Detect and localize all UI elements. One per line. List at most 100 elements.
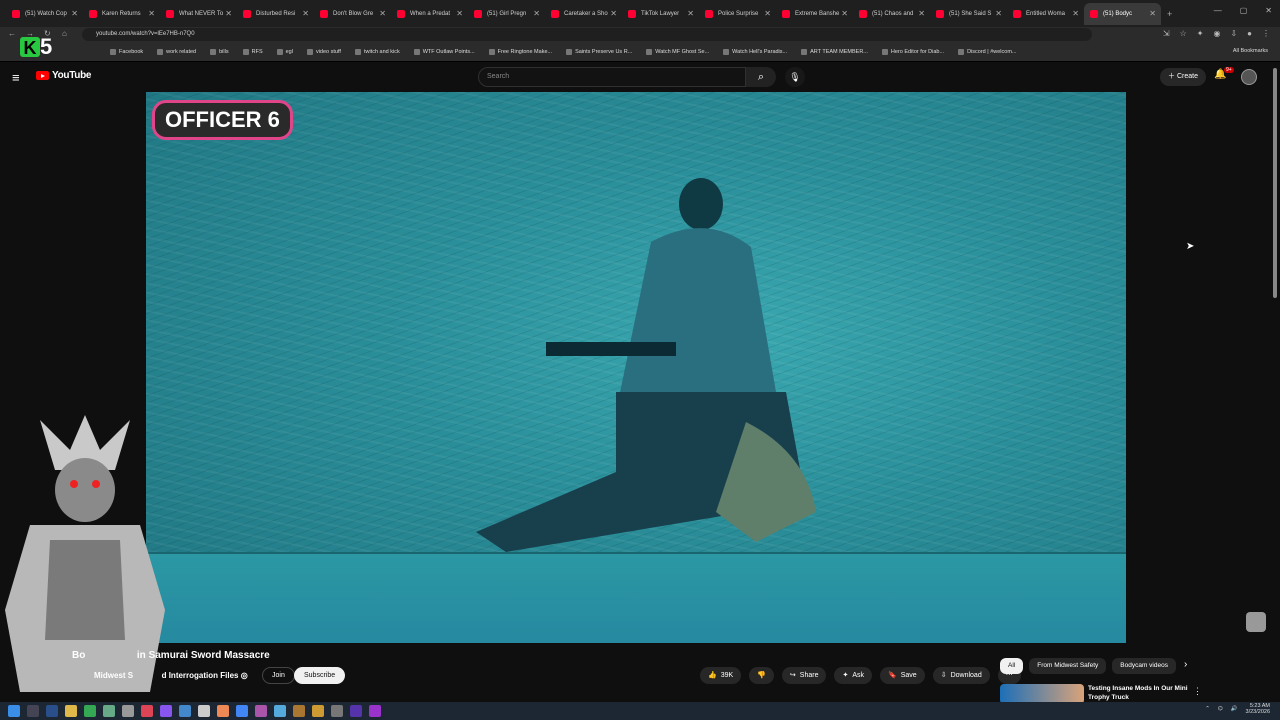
- downloads-icon[interactable]: ⇩: [1230, 29, 1237, 38]
- close-tab-icon[interactable]: ✕: [456, 9, 463, 18]
- save-button[interactable]: 🔖 Save: [880, 667, 925, 684]
- browser-tab[interactable]: Caretaker a Sho ✕: [545, 3, 622, 25]
- app-icon[interactable]: [293, 705, 305, 717]
- app-icon[interactable]: [274, 705, 286, 717]
- bookmark-item[interactable]: Facebook: [110, 49, 143, 55]
- bookmark-item[interactable]: ART TEAM MEMBER...: [801, 49, 868, 55]
- close-tab-icon[interactable]: ✕: [148, 9, 155, 18]
- install-icon[interactable]: ⇲: [1163, 29, 1170, 38]
- microphone-icon[interactable]: 🎙: [785, 67, 805, 87]
- close-tab-icon[interactable]: ✕: [71, 9, 78, 18]
- browser-tab[interactable]: Extreme Banshe ✕: [776, 3, 853, 25]
- app-icon[interactable]: [255, 705, 267, 717]
- app-icon[interactable]: [350, 705, 362, 717]
- close-tab-icon[interactable]: ✕: [225, 9, 232, 18]
- ask-button[interactable]: ✦ Ask: [834, 667, 873, 684]
- close-tab-icon[interactable]: ✕: [1149, 9, 1156, 18]
- close-tab-icon[interactable]: ✕: [610, 9, 617, 18]
- bookmark-item[interactable]: bills: [210, 49, 229, 55]
- bookmark-item[interactable]: RFS: [242, 49, 263, 55]
- settings-icon[interactable]: [331, 705, 343, 717]
- app-icon[interactable]: [369, 705, 381, 717]
- hamburger-menu-icon[interactable]: ≡: [12, 70, 20, 85]
- network-icon[interactable]: ⌬: [1218, 706, 1223, 712]
- app-icon[interactable]: [160, 705, 172, 717]
- minimize-icon[interactable]: —: [1214, 6, 1222, 15]
- extension-icon[interactable]: ◉: [1213, 29, 1220, 38]
- file-explorer-icon[interactable]: [65, 705, 77, 717]
- video-player[interactable]: OFFICER 6: [146, 92, 1126, 643]
- browser-tab[interactable]: Police Surprise ✕: [699, 3, 776, 25]
- browser-tab[interactable]: Don't Blow Gre ✕: [314, 3, 391, 25]
- bookmark-item[interactable]: work related: [157, 49, 196, 55]
- bookmark-item[interactable]: Free Ringtone Make...: [488, 49, 552, 55]
- avatar[interactable]: [1241, 69, 1257, 85]
- bookmark-item[interactable]: egl: [276, 49, 293, 55]
- browser-tab[interactable]: Karen Returns ✕: [83, 3, 160, 25]
- channel-name[interactable]: Midwest S d Interrogation Files ◎: [94, 671, 248, 680]
- bookmark-item[interactable]: twitch and kick: [354, 49, 400, 55]
- bookmark-item[interactable]: video stuff: [306, 49, 341, 55]
- app-icon[interactable]: [141, 705, 153, 717]
- browser-tab[interactable]: (51) She Said S ✕: [930, 3, 1007, 25]
- search-input[interactable]: Search: [478, 67, 746, 87]
- share-button[interactable]: ↪ Share: [781, 667, 827, 684]
- clock[interactable]: 5:23 AM 3/23/2026: [1246, 703, 1270, 715]
- close-tab-icon[interactable]: ✕: [918, 9, 925, 18]
- create-button[interactable]: ＋ Create: [1160, 68, 1206, 86]
- browser-tab[interactable]: (51) Bodyc ✕: [1084, 2, 1161, 25]
- subscribe-button[interactable]: Subscribe: [294, 667, 346, 684]
- profile-icon[interactable]: ●: [1247, 29, 1252, 38]
- filter-chip[interactable]: All: [1000, 658, 1024, 674]
- filter-chip[interactable]: From Midwest Safety: [1029, 658, 1107, 674]
- youtube-logo[interactable]: YouTube: [36, 70, 92, 81]
- url-field[interactable]: youtube.com/watch?v=lEe7HB-n7Q0: [82, 28, 1092, 41]
- chrome-icon[interactable]: [236, 705, 248, 717]
- kebab-menu-icon[interactable]: ⋮: [1262, 29, 1270, 38]
- app-icon[interactable]: [103, 705, 115, 717]
- like-button[interactable]: 👍 39K: [700, 667, 742, 684]
- browser-tab[interactable]: Entitled Woma ✕: [1007, 3, 1084, 25]
- tray-chevron-icon[interactable]: ⌃: [1205, 706, 1210, 712]
- app-icon[interactable]: [84, 705, 96, 717]
- new-tab-icon[interactable]: +: [1167, 9, 1172, 19]
- all-bookmarks[interactable]: All Bookmarks: [1233, 48, 1268, 54]
- close-tab-icon[interactable]: ✕: [764, 9, 771, 18]
- browser-tab[interactable]: What NEVER To ✕: [160, 3, 237, 25]
- bookmark-item[interactable]: Discord | #welcom...: [958, 49, 1017, 55]
- close-tab-icon[interactable]: ✕: [841, 9, 848, 18]
- search-icon[interactable]: [27, 705, 39, 717]
- volume-icon[interactable]: 🔊: [1231, 706, 1238, 712]
- close-tab-icon[interactable]: ✕: [1072, 9, 1079, 18]
- bookmark-item[interactable]: Watch MF Ghost Se...: [646, 49, 709, 55]
- extension-icon[interactable]: ✦: [1197, 29, 1204, 38]
- browser-tab[interactable]: TikTok Lawyer ✕: [622, 3, 699, 25]
- join-button[interactable]: Join: [262, 667, 295, 684]
- maximize-icon[interactable]: ▢: [1240, 6, 1248, 15]
- close-tab-icon[interactable]: ✕: [302, 9, 309, 18]
- recommended-thumbnail[interactable]: [1000, 684, 1084, 704]
- bookmark-item[interactable]: Hero Editor for Diab...: [881, 49, 944, 55]
- scrollbar[interactable]: [1273, 68, 1277, 298]
- browser-tab[interactable]: (51) Chaos and ✕: [853, 3, 930, 25]
- app-icon[interactable]: [122, 705, 134, 717]
- filter-chip[interactable]: Bodycam videos: [1112, 658, 1176, 674]
- download-button[interactable]: ⇩ Download: [932, 667, 990, 684]
- close-tab-icon[interactable]: ✕: [995, 9, 1002, 18]
- browser-tab[interactable]: (51) Watch Cop ✕: [6, 3, 83, 25]
- close-tab-icon[interactable]: ✕: [687, 9, 694, 18]
- bookmark-item[interactable]: Watch Hell's Paradis...: [723, 49, 787, 55]
- bookmark-item[interactable]: Saints Preserve Us R...: [566, 49, 632, 55]
- search-icon[interactable]: ⌕: [746, 67, 776, 87]
- recommended-more-icon[interactable]: ⋮: [1193, 686, 1202, 697]
- close-tab-icon[interactable]: ✕: [533, 9, 540, 18]
- app-icon[interactable]: [179, 705, 191, 717]
- dislike-button[interactable]: 👎: [749, 667, 774, 684]
- recommended-title[interactable]: Testing Insane Mods In Our Mini Trophy T…: [1088, 684, 1198, 702]
- browser-tab[interactable]: When a Predat ✕: [391, 3, 468, 25]
- task-view-icon[interactable]: [46, 705, 58, 717]
- browser-tab[interactable]: (51) Girl Pregn ✕: [468, 3, 545, 25]
- close-tab-icon[interactable]: ✕: [379, 9, 386, 18]
- app-icon[interactable]: [217, 705, 229, 717]
- star-icon[interactable]: ☆: [1180, 29, 1187, 38]
